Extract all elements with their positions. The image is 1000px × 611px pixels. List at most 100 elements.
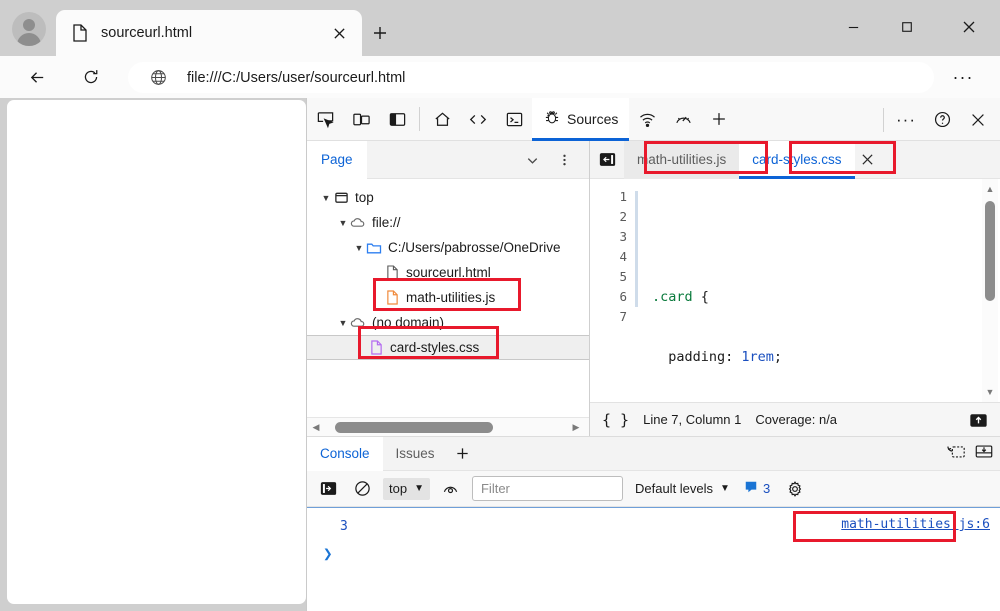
- drawer-tab-bar: Console Issues: [307, 437, 1000, 471]
- scrollbar-thumb[interactable]: [985, 201, 995, 301]
- console-prompt-icon[interactable]: ❯: [323, 544, 333, 563]
- code-editor[interactable]: 1 2 3 4 5 6 7 .card { padding: 1rem; bor…: [590, 179, 1000, 402]
- line-number: 2: [590, 207, 627, 227]
- editor-vertical-scrollbar[interactable]: ▲ ▼: [982, 179, 998, 402]
- back-arrow-icon[interactable]: [20, 61, 54, 93]
- console-source-link[interactable]: math-utilities.js:6: [841, 517, 990, 532]
- browser-window: sourceurl.html: [0, 0, 1000, 611]
- console-message-count[interactable]: 3: [744, 480, 770, 497]
- device-emulation-icon[interactable]: [343, 104, 379, 134]
- help-icon[interactable]: [924, 105, 960, 135]
- tree-item-label: card-styles.css: [390, 341, 479, 355]
- network-icon[interactable]: [629, 104, 665, 134]
- code-line: padding: 1rem;: [652, 347, 1000, 367]
- clear-console-icon[interactable]: [349, 477, 375, 501]
- address-bar[interactable]: file:///C:/Users/user/sourceurl.html: [128, 62, 934, 93]
- home-icon[interactable]: [424, 104, 460, 134]
- close-icon[interactable]: [855, 141, 881, 179]
- window-minimize-button[interactable]: [830, 10, 876, 44]
- file-tree-horizontal-scrollbar[interactable]: ◀ ▶: [307, 417, 589, 436]
- console-icon[interactable]: [496, 104, 532, 134]
- profile-avatar[interactable]: [12, 12, 46, 46]
- editor-status-bar: { } Line 7, Column 1 Coverage: n/a: [590, 402, 1000, 436]
- new-tab-button[interactable]: [366, 19, 394, 47]
- reload-icon[interactable]: [74, 61, 108, 93]
- console-message-value: 3: [340, 519, 348, 534]
- close-devtools-icon[interactable]: [960, 105, 996, 135]
- scroll-right-arrow-icon[interactable]: ▶: [567, 422, 585, 433]
- dock-bottom-icon[interactable]: [974, 443, 994, 465]
- tree-item-no-domain[interactable]: ▼ (no domain): [307, 310, 589, 335]
- code-content[interactable]: .card { padding: 1rem; border-radius: 0.…: [638, 179, 1000, 402]
- twisty-icon[interactable]: ▼: [336, 216, 350, 230]
- browser-tab[interactable]: sourceurl.html: [56, 10, 362, 56]
- scroll-left-arrow-icon[interactable]: ◀: [307, 422, 325, 433]
- scroll-down-arrow-icon[interactable]: ▼: [982, 384, 998, 400]
- scroll-up-arrow-icon[interactable]: ▲: [982, 181, 998, 197]
- browser-navigation-bar: file:///C:/Users/user/sourceurl.html ···: [0, 56, 1000, 98]
- twisty-icon[interactable]: ▼: [336, 316, 350, 330]
- page-viewport[interactable]: [7, 100, 306, 604]
- cloud-icon: [350, 315, 366, 331]
- restore-drawer-icon[interactable]: [946, 443, 966, 465]
- tree-item-top[interactable]: ▼ top: [307, 185, 589, 210]
- open-in-panel-icon[interactable]: [966, 409, 990, 431]
- dock-side-icon[interactable]: [379, 104, 415, 134]
- twisty-icon[interactable]: ▼: [319, 191, 333, 205]
- console-context-selector[interactable]: top ▼: [383, 478, 430, 500]
- console-filter-input[interactable]: [472, 476, 623, 501]
- console-log-levels-selector[interactable]: Default levels ▼: [635, 481, 730, 496]
- pretty-print-icon[interactable]: { }: [602, 411, 629, 429]
- more-tools-icon[interactable]: ···: [888, 105, 924, 135]
- chevron-down-icon: ▼: [720, 483, 730, 494]
- window-maximize-button[interactable]: [884, 10, 930, 44]
- editor-tab-math-utilities-js[interactable]: math-utilities.js: [624, 141, 739, 179]
- show-navigator-icon[interactable]: [590, 141, 624, 179]
- tree-item-label: sourceurl.html: [406, 266, 491, 280]
- console-context-label: top: [389, 481, 407, 496]
- drawer-tab-bar-right: [946, 437, 994, 471]
- elements-icon[interactable]: [460, 104, 496, 134]
- live-expression-icon[interactable]: [438, 477, 464, 501]
- window-close-button[interactable]: [946, 10, 992, 44]
- chevron-down-icon: ▼: [414, 483, 424, 494]
- avatar-body: [17, 33, 41, 46]
- editor-tab-card-styles-css[interactable]: card-styles.css: [739, 141, 854, 179]
- tree-item-sourceurl-html[interactable]: sourceurl.html: [307, 260, 589, 285]
- add-panel-icon[interactable]: [701, 104, 737, 134]
- tab-sources-label: Sources: [567, 111, 618, 127]
- file-icon: [72, 24, 88, 42]
- add-drawer-tab-icon[interactable]: [448, 437, 478, 471]
- tree-item-label: file://: [372, 216, 401, 230]
- twisty-icon[interactable]: ▼: [352, 241, 366, 255]
- console-output[interactable]: 3 math-utilities.js:6 ❯: [307, 507, 1000, 611]
- chevron-down-icon[interactable]: [521, 150, 543, 170]
- performance-icon[interactable]: [665, 104, 701, 134]
- bug-icon: [543, 108, 561, 131]
- more-options-icon[interactable]: [553, 148, 575, 172]
- frame-icon: [333, 190, 349, 206]
- line-number: 7: [590, 307, 627, 327]
- tab-page[interactable]: Page: [307, 141, 367, 179]
- file-tree[interactable]: ▼ top ▼ file://: [307, 179, 589, 417]
- tree-item-math-utilities-js[interactable]: math-utilities.js: [307, 285, 589, 310]
- tab-sources[interactable]: Sources: [532, 98, 629, 141]
- tab-console-label: Console: [320, 446, 370, 461]
- editor-tab-bar: math-utilities.js card-styles.css: [590, 141, 1000, 179]
- devtools-panel: Sources ···: [306, 98, 1000, 611]
- console-sidebar-icon[interactable]: [315, 477, 341, 501]
- settings-gear-icon[interactable]: [782, 477, 808, 501]
- toolbar-divider: [419, 107, 420, 131]
- browser-more-icon[interactable]: ···: [946, 61, 980, 93]
- inspect-element-icon[interactable]: [307, 104, 343, 134]
- tree-item-file-scheme[interactable]: ▼ file://: [307, 210, 589, 235]
- tab-console[interactable]: Console: [307, 437, 383, 471]
- sources-panel-body: Page ▼ top: [307, 141, 1000, 437]
- tree-item-card-styles-css[interactable]: card-styles.css: [307, 335, 589, 360]
- scrollbar-thumb[interactable]: [335, 422, 493, 433]
- tree-item-folder[interactable]: ▼ C:/Users/pabrosse/OneDrive: [307, 235, 589, 260]
- close-icon[interactable]: [325, 19, 353, 47]
- tab-issues[interactable]: Issues: [383, 437, 448, 471]
- editor-tab-label: card-styles.css: [752, 152, 841, 167]
- editor-tab-label: math-utilities.js: [637, 152, 726, 167]
